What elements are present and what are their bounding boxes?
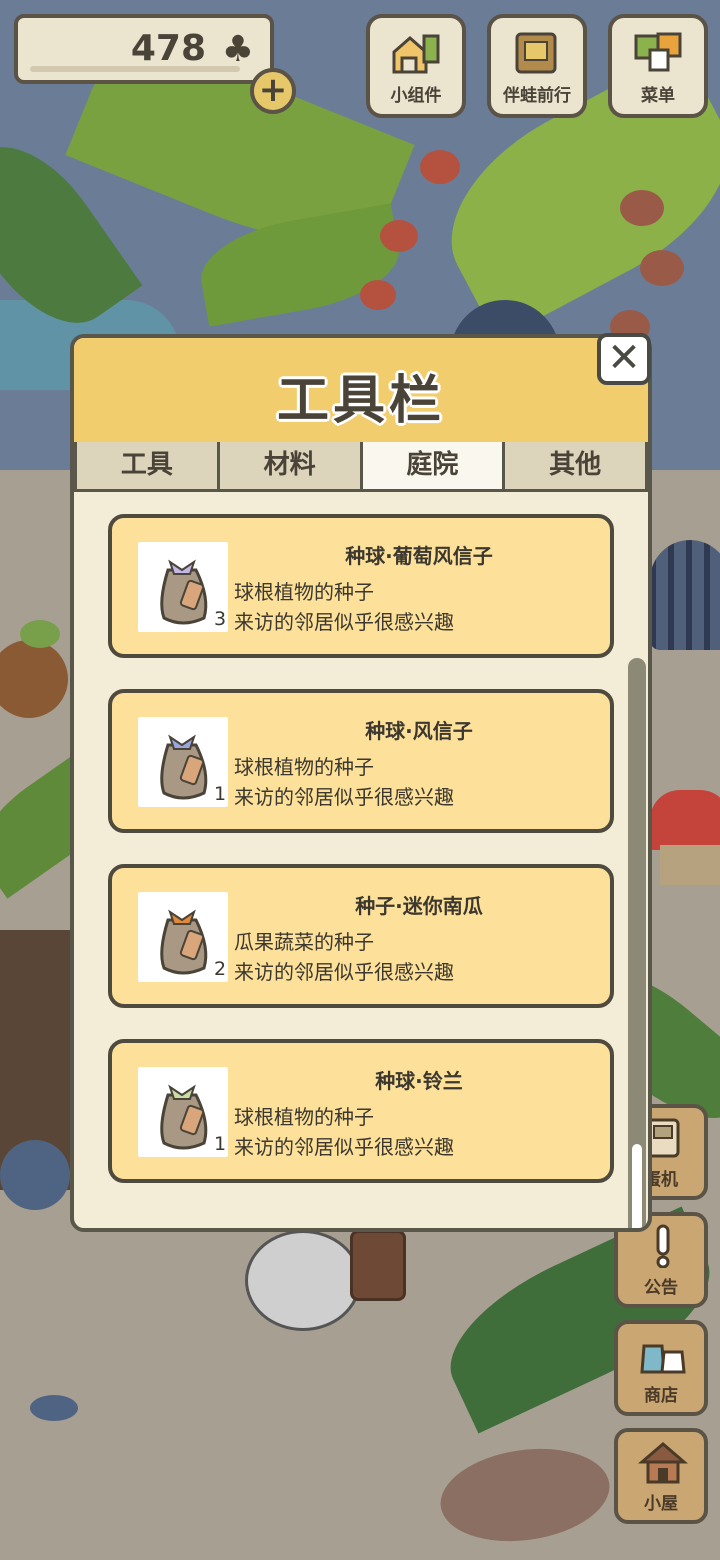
rock: [30, 1395, 78, 1421]
item-hint: 来访的邻居似乎很感兴趣: [234, 610, 454, 634]
item-name: 种球·铃兰: [375, 1069, 463, 1093]
tab-tools[interactable]: 工具: [74, 442, 220, 492]
item-card[interactable]: 2 种子·迷你南瓜 瓜果蔬菜的种子 来访的邻居似乎很感兴趣: [108, 864, 614, 1008]
frog-character[interactable]: [245, 1230, 361, 1331]
item-name: 种球·葡萄风信子: [345, 544, 493, 568]
menu-cards-icon: [634, 32, 682, 72]
item-name: 种子·迷你南瓜: [355, 894, 483, 918]
shop-label: 商店: [644, 1386, 678, 1406]
tab-other[interactable]: 其他: [505, 442, 648, 492]
item-description: 瓜果蔬菜的种子: [234, 930, 374, 954]
cage: [650, 540, 720, 650]
widget-button-label: 小组件: [390, 86, 442, 106]
item-description: 球根植物的种子: [234, 755, 374, 779]
clover-bar: [30, 66, 240, 72]
clover-counter: 478 ♣: [14, 14, 274, 84]
journey-book-icon: [515, 32, 557, 74]
item-quantity: 1: [214, 1133, 227, 1155]
vine-leaf: [360, 280, 396, 310]
rock: [0, 1140, 70, 1210]
clover-count: 478: [130, 28, 206, 69]
seed-bag-tie: [168, 559, 196, 575]
item-quantity: 1: [214, 783, 227, 805]
item-quantity: 2: [214, 958, 227, 980]
journey-button-label: 伴蛙前行: [503, 86, 571, 106]
item-card[interactable]: 3 种球·葡萄风信子 球根植物的种子 来访的邻居似乎很感兴趣: [108, 514, 614, 658]
house-icon: [638, 1442, 688, 1484]
toolbar-tabs: 工具 材料 庭院 其他: [74, 442, 648, 492]
mailbox: [650, 790, 720, 850]
toolbar-title: 工具栏: [276, 371, 445, 431]
menu-button-label: 菜单: [641, 86, 675, 106]
add-clover-button[interactable]: +: [250, 68, 296, 114]
house-button[interactable]: 小屋: [614, 1428, 708, 1524]
widget-icon: [392, 34, 440, 74]
shop-bags-icon: [640, 1344, 686, 1374]
house-label: 小屋: [644, 1494, 678, 1514]
item-card[interactable]: 1 种球·铃兰 球根植物的种子 来访的邻居似乎很感兴趣: [108, 1039, 614, 1183]
toolbar-panel: 工具栏 工具 材料 庭院 其他 3 种球·葡萄风信子 球根植物的种子 来访的邻居…: [70, 334, 652, 1232]
journey-button[interactable]: 伴蛙前行: [487, 14, 587, 118]
vine-leaf: [640, 250, 684, 286]
exclamation-icon: [656, 1224, 670, 1268]
close-button[interactable]: ✕: [597, 333, 651, 385]
clover-icon: ♣: [221, 29, 254, 70]
seed-bag-tie: [168, 909, 196, 925]
tab-garden[interactable]: 庭院: [362, 442, 506, 492]
item-hint: 来访的邻居似乎很感兴趣: [234, 960, 454, 984]
tab-materials[interactable]: 材料: [219, 442, 363, 492]
item-description: 球根植物的种子: [234, 580, 374, 604]
shop-button[interactable]: 商店: [614, 1320, 708, 1416]
item-name: 种球·风信子: [365, 719, 473, 743]
seed-bag-tie: [168, 1084, 196, 1100]
frog-basket: [350, 1230, 406, 1301]
item-description: 球根植物的种子: [234, 1105, 374, 1129]
item-hint: 来访的邻居似乎很感兴趣: [234, 785, 454, 809]
mailbox-post: [660, 845, 720, 885]
item-list[interactable]: 3 种球·葡萄风信子 球根植物的种子 来访的邻居似乎很感兴趣 1 种球·风信子 …: [74, 492, 648, 1228]
vine-leaf: [420, 150, 460, 184]
item-quantity: 3: [214, 608, 227, 630]
vine-leaf: [620, 190, 664, 226]
list-scroll-thumb[interactable]: [632, 1144, 642, 1228]
seed-bag-tie: [168, 734, 196, 750]
toolbar-header: 工具栏: [74, 338, 648, 442]
vine-leaf: [380, 220, 418, 252]
notice-label: 公告: [644, 1278, 678, 1298]
item-hint: 来访的邻居似乎很感兴趣: [234, 1135, 454, 1159]
menu-button[interactable]: 菜单: [608, 14, 708, 118]
item-card[interactable]: 1 种球·风信子 球根植物的种子 来访的邻居似乎很感兴趣: [108, 689, 614, 833]
widget-button[interactable]: 小组件: [366, 14, 466, 118]
